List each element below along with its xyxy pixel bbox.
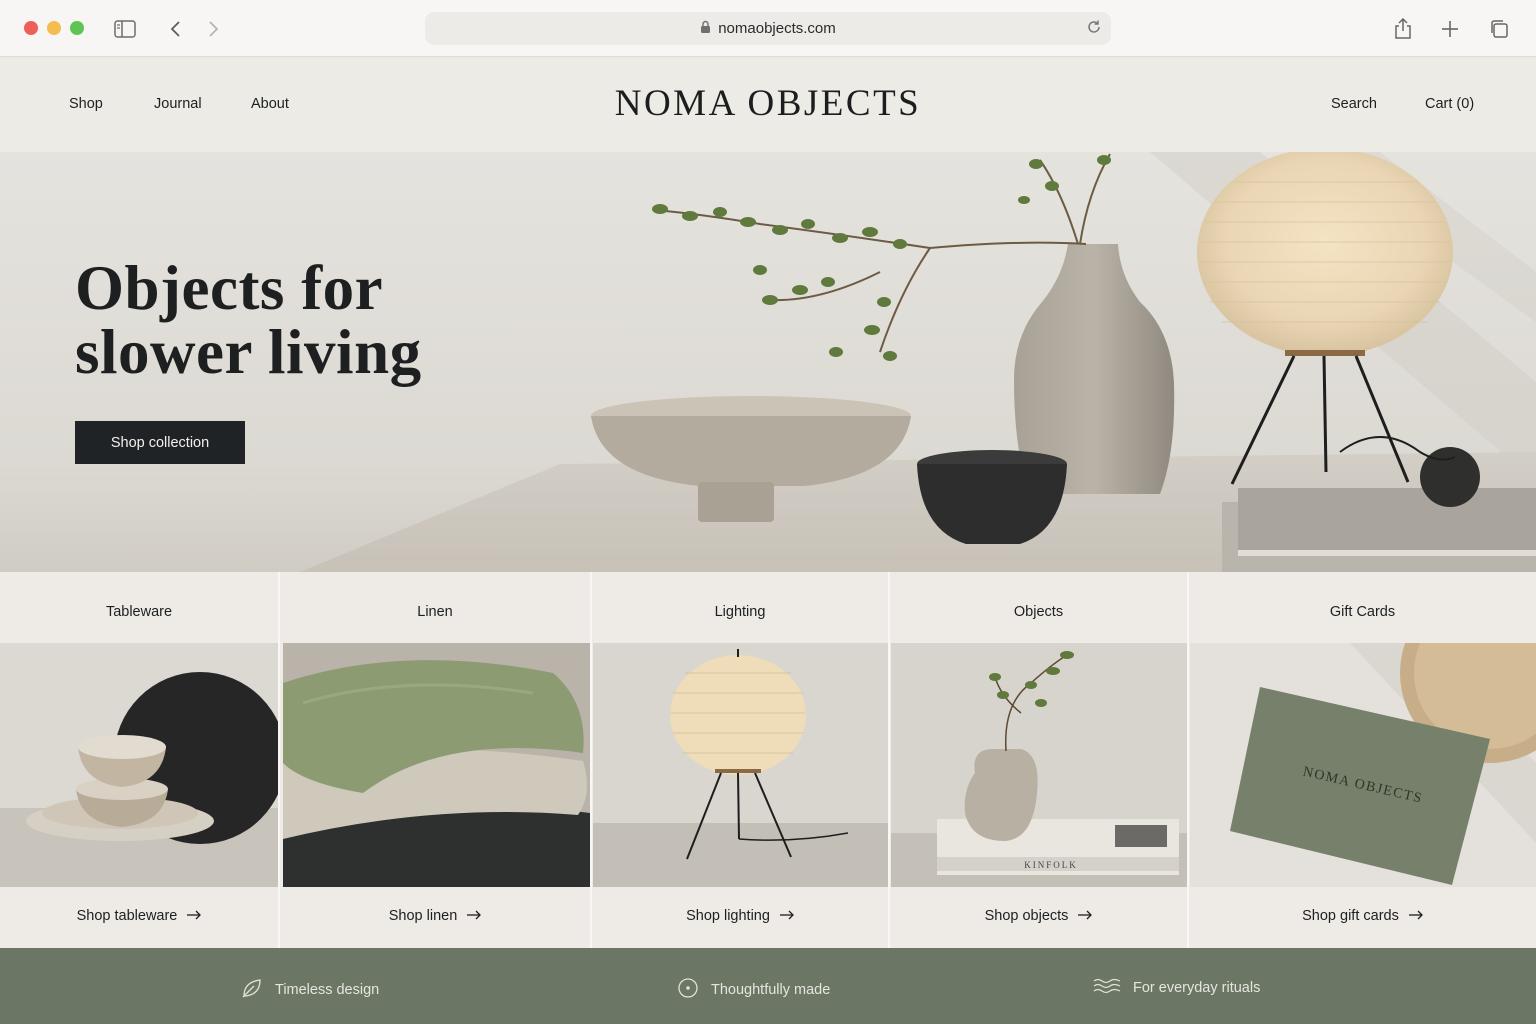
shop-linen-link[interactable]: Shop linen [280, 908, 590, 924]
category-grid: Tableware Shop tableware Linen Shop line… [0, 572, 1536, 948]
back-icon[interactable] [163, 16, 189, 42]
shop-gift-cards-label: Shop gift cards [1302, 908, 1399, 924]
arrow-right-icon [779, 908, 794, 924]
sidebar-toggle-icon[interactable] [112, 16, 138, 42]
feature-timeless-design: Timeless design [241, 977, 379, 1003]
kinfolk-book-label: KINFOLK [1024, 860, 1078, 870]
site-header: Shop Journal About NOMA OBJECTS Search C… [0, 58, 1536, 152]
category-card-objects[interactable]: Objects KINFOLK Shop objects [890, 572, 1189, 948]
hero-headline-line1: Objects for [75, 253, 384, 323]
arrow-right-icon [467, 908, 482, 924]
shop-lighting-link[interactable]: Shop lighting [592, 908, 888, 924]
zoom-window-button[interactable] [70, 21, 84, 35]
leaf-icon [241, 977, 263, 1003]
shop-tableware-label: Shop tableware [76, 908, 178, 924]
category-card-tableware[interactable]: Tableware Shop tableware [0, 572, 280, 948]
feature-label: Thoughtfully made [711, 982, 831, 998]
linen-image[interactable] [283, 643, 590, 887]
new-tab-icon[interactable] [1437, 16, 1463, 42]
category-title: Linen [417, 604, 453, 620]
minimize-window-button[interactable] [47, 21, 61, 35]
arrow-right-icon [1408, 908, 1423, 924]
category-title: Lighting [714, 604, 766, 620]
shop-tableware-link[interactable]: Shop tableware [0, 908, 278, 924]
url-text: nomaobjects.com [718, 20, 836, 37]
browser-toolbar: nomaobjects.com [0, 0, 1536, 57]
waves-icon [1093, 977, 1121, 999]
objects-image[interactable]: KINFOLK [891, 643, 1187, 887]
close-window-button[interactable] [24, 21, 38, 35]
hero-headline-line2: slower living [75, 317, 422, 387]
hero-banner: Objects for slower living Shop collectio… [0, 152, 1536, 572]
category-card-lighting[interactable]: Lighting Shop lighting [592, 572, 890, 948]
lock-icon [700, 20, 711, 38]
reload-icon[interactable] [1086, 19, 1102, 39]
share-icon[interactable] [1390, 16, 1416, 42]
shop-gift-cards-link[interactable]: Shop gift cards [1189, 908, 1536, 924]
forward-icon[interactable] [200, 16, 226, 42]
shop-lighting-label: Shop lighting [686, 908, 770, 924]
address-bar[interactable]: nomaobjects.com [425, 12, 1111, 45]
shop-collection-button[interactable]: Shop collection [75, 421, 245, 464]
category-title: Objects [1013, 604, 1064, 620]
category-card-linen[interactable]: Linen Shop linen [280, 572, 592, 948]
feature-thoughtfully-made: Thoughtfully made [677, 977, 830, 1003]
category-title: Gift Cards [1329, 604, 1396, 620]
tableware-image[interactable] [0, 643, 278, 887]
gift-cards-image[interactable]: NOMA OBJECTS [1190, 643, 1536, 887]
arrow-right-icon [187, 908, 202, 924]
feature-everyday-rituals: For everyday rituals [1093, 977, 1260, 999]
features-band: Timeless design Thoughtfully made For ev… [0, 948, 1536, 1024]
brand-logo[interactable]: NOMA OBJECTS [0, 82, 1536, 125]
lighting-image[interactable] [593, 643, 888, 887]
circle-dot-icon [677, 977, 699, 1003]
shop-objects-label: Shop objects [984, 908, 1069, 924]
shop-linen-label: Shop linen [388, 908, 458, 924]
feature-label: Timeless design [275, 982, 380, 998]
hero-headline: Objects for slower living [75, 256, 422, 384]
arrow-right-icon [1078, 908, 1093, 924]
shop-objects-link[interactable]: Shop objects [890, 908, 1187, 924]
tab-overview-icon[interactable] [1486, 16, 1512, 42]
category-card-gift-cards[interactable]: Gift Cards NOMA OBJECTS Shop gift cards [1189, 572, 1536, 948]
feature-label: For everyday rituals [1133, 980, 1261, 996]
search-link[interactable]: Search [1331, 96, 1377, 112]
category-title: Tableware [105, 604, 173, 620]
cart-link[interactable]: Cart (0) [1425, 96, 1474, 112]
